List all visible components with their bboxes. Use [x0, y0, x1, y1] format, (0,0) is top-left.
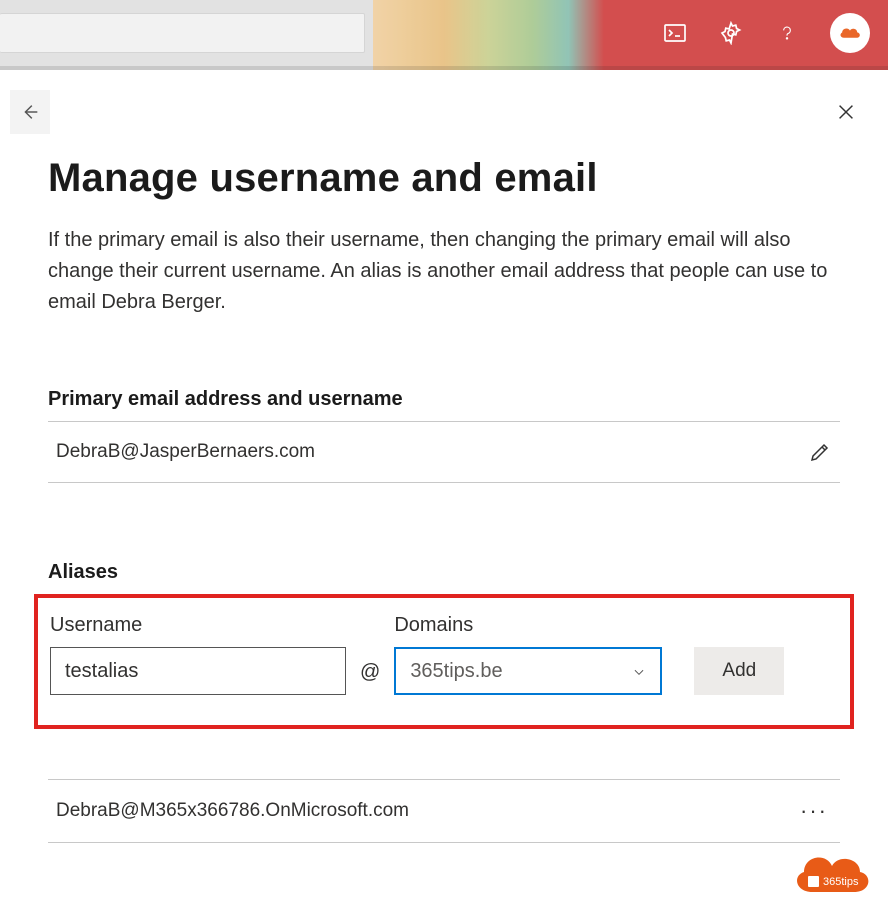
page-title: Manage username and email	[48, 156, 840, 201]
badge-text: 365tips	[823, 876, 859, 888]
primary-heading: Primary email address and username	[48, 388, 840, 411]
back-button[interactable]	[10, 90, 50, 134]
primary-email-row: DebraB@JasperBernaers.com	[48, 421, 840, 483]
primary-email-value: DebraB@JasperBernaers.com	[56, 441, 315, 463]
brand-badge: 365tips	[790, 848, 870, 902]
arrow-left-icon	[19, 101, 41, 123]
nav-row	[48, 70, 840, 144]
gear-icon[interactable]	[718, 20, 744, 46]
domain-select[interactable]: 365tips.be	[394, 647, 662, 695]
username-label: Username	[50, 614, 346, 637]
at-symbol: @	[360, 661, 380, 695]
aliases-heading: Aliases	[48, 561, 840, 584]
more-actions-button[interactable]: ···	[796, 798, 832, 824]
pencil-icon	[808, 440, 832, 464]
edit-button[interactable]	[808, 440, 832, 464]
shell-console-icon[interactable]	[662, 20, 688, 46]
topbar-actions	[662, 13, 888, 53]
add-button[interactable]: Add	[694, 647, 784, 695]
close-icon	[835, 101, 857, 123]
add-alias-form: Username @ Domains 365tips.be Add	[34, 594, 854, 729]
help-icon[interactable]	[774, 20, 800, 46]
avatar[interactable]	[830, 13, 870, 53]
page-description: If the primary email is also their usern…	[48, 225, 838, 318]
username-field-group: Username	[50, 614, 346, 695]
domain-field-group: Domains 365tips.be	[394, 614, 662, 695]
alias-row: DebraB@M365x366786.OnMicrosoft.com ···	[48, 779, 840, 843]
alias-value: DebraB@M365x366786.OnMicrosoft.com	[56, 800, 409, 822]
username-input[interactable]	[50, 647, 346, 695]
close-button[interactable]	[832, 98, 860, 126]
cloud-logo-icon	[838, 24, 862, 42]
topbar	[0, 0, 888, 70]
domains-label: Domains	[394, 614, 662, 637]
chevron-down-icon	[632, 665, 646, 679]
panel: Manage username and email If the primary…	[0, 70, 888, 843]
domain-selected-value: 365tips.be	[410, 660, 502, 683]
search-input[interactable]	[0, 13, 365, 53]
